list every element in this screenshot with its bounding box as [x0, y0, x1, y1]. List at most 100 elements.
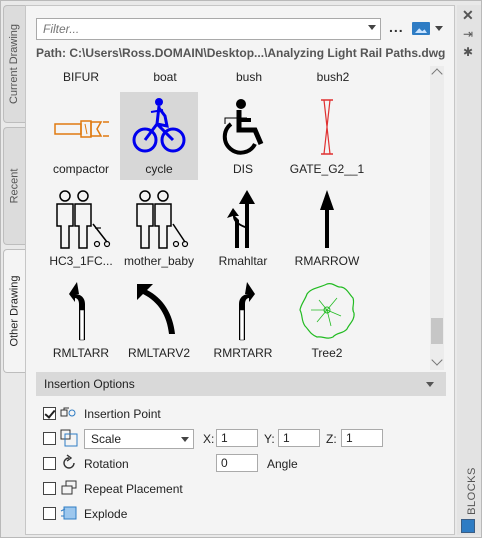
insertion-point-label: Insertion Point: [84, 407, 161, 421]
up-arrow-icon: [320, 190, 334, 248]
chevron-down-icon[interactable]: [431, 354, 443, 366]
block-tile-gate[interactable]: GATE_G2__1: [288, 92, 366, 180]
scale-x-input[interactable]: 1: [216, 429, 258, 447]
scale-y-input[interactable]: 1: [278, 429, 320, 447]
close-icon[interactable]: ✕: [462, 7, 474, 24]
insertion-point-checkbox[interactable]: [43, 407, 56, 420]
tab-recent-label: Recent: [8, 168, 21, 204]
tab-current-drawing[interactable]: Current Drawing: [3, 5, 25, 123]
block-tile-mother-baby[interactable]: mother_baby: [120, 184, 198, 272]
block-label: RMLTARV2: [127, 346, 190, 360]
view-mode-icon[interactable]: [412, 22, 430, 35]
block-tile-rmltarv2[interactable]: RMLTARV2: [120, 276, 198, 364]
left-curve-arrow-icon: [137, 284, 175, 334]
grid-scrollbar[interactable]: [430, 66, 444, 370]
browse-button[interactable]: ...: [389, 19, 404, 35]
block-tile-cycle[interactable]: cycle: [120, 92, 198, 180]
scale-y-label: Y:: [264, 432, 275, 446]
block-tile-rmltarr[interactable]: RMLTARR: [42, 276, 120, 364]
scale-mode-value: Scale: [91, 432, 122, 446]
rotation-icon: [63, 454, 75, 469]
block-label[interactable]: bush: [204, 70, 294, 84]
repeat-placement-checkbox[interactable]: [43, 482, 56, 495]
cycle-icon: [132, 98, 186, 153]
tree-icon: [299, 282, 355, 339]
blocks-palette: Current Drawing Recent Other Drawing ...…: [0, 0, 482, 538]
explode-checkbox[interactable]: [43, 507, 56, 520]
block-tile-hc3[interactable]: HC3_1FC...: [42, 184, 120, 272]
vertical-tabs: Current Drawing Recent Other Drawing: [3, 5, 25, 405]
block-tile-rmahltar[interactable]: Rmahltar: [204, 184, 282, 272]
filter-box[interactable]: [36, 18, 381, 40]
wheelchair-icon: [222, 99, 264, 155]
block-label: cycle: [145, 162, 173, 176]
block-label: Rmahltar: [218, 254, 268, 268]
block-label: compactor: [52, 162, 110, 176]
tab-other-drawing-label: Other Drawing: [8, 275, 21, 347]
insertion-options-header[interactable]: Insertion Options: [36, 372, 446, 396]
block-tile-tree2[interactable]: Tree2: [288, 276, 366, 364]
block-label[interactable]: bush2: [288, 70, 378, 84]
rotation-checkbox[interactable]: [43, 457, 56, 470]
block-grid: BIFUR boat bush bush2 compactor cycle DI…: [36, 66, 446, 370]
block-label[interactable]: BIFUR: [36, 70, 126, 84]
tab-current-drawing-label: Current Drawing: [8, 23, 21, 105]
chevron-up-icon[interactable]: [431, 68, 443, 80]
block-label: HC3_1FC...: [49, 254, 113, 268]
gate-icon: [321, 99, 333, 155]
left-turn-arrow-icon: [227, 190, 255, 248]
scale-checkbox[interactable]: [43, 432, 56, 445]
filter-dropdown-icon[interactable]: [368, 25, 376, 30]
palette-title: BLOCKS: [465, 467, 478, 515]
autohide-icon[interactable]: ⇥: [463, 27, 473, 41]
scale-z-input[interactable]: 1: [341, 429, 383, 447]
palette-menu-icon[interactable]: [461, 519, 475, 533]
scale-z-label: Z:: [326, 432, 337, 446]
block-label: DIS: [232, 162, 253, 176]
insertion-point-icon: [60, 407, 76, 417]
repeat-placement-icon: [61, 480, 77, 495]
chevron-down-icon: [181, 437, 189, 442]
repeat-placement-option: Repeat Placement: [43, 479, 243, 499]
explode-option: Explode: [43, 504, 243, 524]
gear-icon[interactable]: ✱: [463, 45, 473, 59]
insertion-point-option: Insertion Point: [43, 404, 243, 424]
block-label: GATE_G2__1: [289, 162, 365, 176]
rotation-option: Rotation 0 Angle: [43, 454, 343, 474]
block-label: RMRTARR: [213, 346, 273, 360]
palette-title-strip: ✕ ⇥ ✱ BLOCKS: [457, 5, 481, 535]
block-tile-rmarrow[interactable]: RMARROW: [288, 184, 366, 272]
explode-label: Explode: [84, 507, 128, 521]
insertion-options-title: Insertion Options: [44, 377, 135, 391]
rotation-label: Rotation: [84, 457, 129, 471]
scale-mode-select[interactable]: Scale: [84, 429, 194, 449]
tab-other-drawing[interactable]: Other Drawing: [3, 249, 25, 373]
block-tile-dis[interactable]: DIS: [204, 92, 282, 180]
toolbar: ...: [36, 18, 448, 40]
collapse-icon[interactable]: [426, 382, 434, 387]
block-label: Tree2: [311, 346, 343, 360]
right-turn-icon: [239, 282, 255, 341]
scale-option: Scale X: 1 Y: 1 Z: 1: [43, 429, 403, 449]
scale-icon: [60, 429, 78, 447]
block-label: mother_baby: [123, 254, 195, 268]
tab-recent[interactable]: Recent: [3, 127, 25, 245]
explode-icon: [60, 506, 77, 520]
repeat-placement-label: Repeat Placement: [84, 482, 183, 496]
scale-x-label: X:: [203, 432, 215, 446]
view-mode-dropdown-icon[interactable]: [435, 26, 443, 31]
left-turn-icon: [69, 282, 85, 341]
compactor-icon: [54, 120, 109, 138]
mother-baby-icon: [136, 190, 189, 249]
block-label[interactable]: boat: [120, 70, 210, 84]
rotation-angle-input[interactable]: 0: [216, 454, 258, 472]
block-label: RMLTARR: [52, 346, 110, 360]
people-icon: [56, 190, 111, 249]
block-tile-compactor[interactable]: compactor: [42, 92, 120, 180]
block-tile-rmrtarr[interactable]: RMRTARR: [204, 276, 282, 364]
main-panel: ... Path: C:\Users\Ross.DOMAIN\Desktop..…: [25, 5, 455, 535]
block-label: RMARROW: [294, 254, 360, 268]
filter-input[interactable]: [37, 19, 357, 39]
scrollbar-thumb[interactable]: [431, 318, 443, 344]
partial-row: BIFUR boat bush bush2: [36, 70, 426, 86]
